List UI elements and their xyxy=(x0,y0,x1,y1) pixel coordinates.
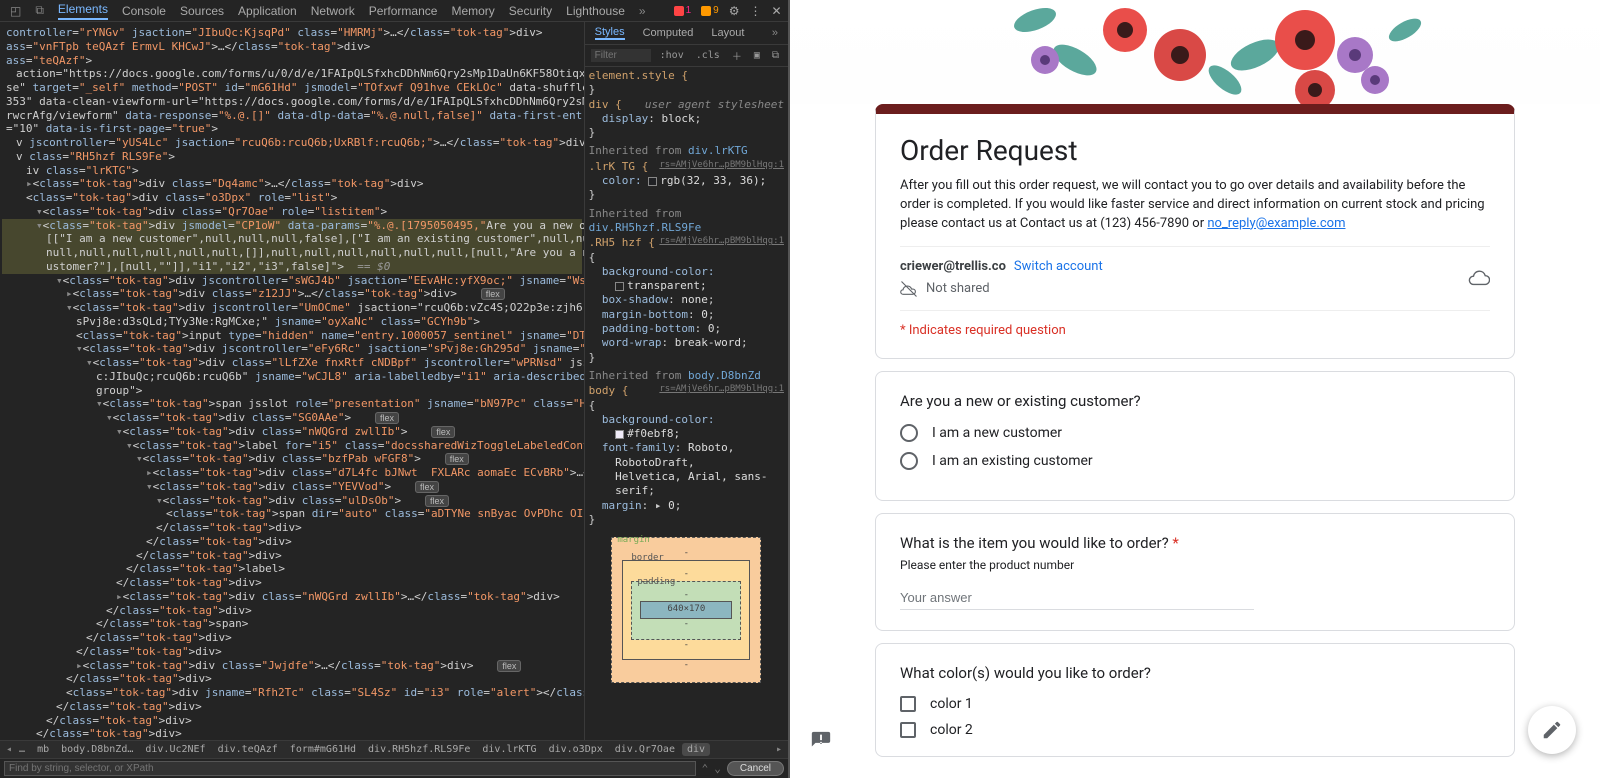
q3-option-2[interactable]: color 2 xyxy=(900,722,1490,738)
tab-memory[interactable]: Memory xyxy=(451,4,494,18)
inherited-from: Inherited from div.lrKTG xyxy=(589,144,784,158)
tab-elements[interactable]: Elements xyxy=(58,2,108,20)
tab-performance[interactable]: Performance xyxy=(369,4,438,18)
switch-account-link[interactable]: Switch account xyxy=(1014,259,1103,274)
cancel-button[interactable]: Cancel xyxy=(727,761,784,776)
q1-option-2-label: I am an existing customer xyxy=(932,453,1093,469)
question-card-2: What is the item you would like to order… xyxy=(875,513,1515,631)
styles-more-icon[interactable]: » xyxy=(772,27,778,39)
form-header-card: Order Request After you fill out this or… xyxy=(875,104,1515,359)
warning-count[interactable]: 9 xyxy=(701,5,719,16)
account-email: criewer@trellis.co xyxy=(900,259,1006,274)
q1-title: Are you a new or existing customer? xyxy=(900,392,1490,410)
tab-application[interactable]: Application xyxy=(238,4,297,18)
q1-option-2[interactable]: I am an existing customer xyxy=(900,452,1490,470)
dom-tree[interactable]: controller="rYNGv" jsaction="JIbuQc:Kjsq… xyxy=(0,22,584,740)
inspect-icon[interactable]: ◰ xyxy=(10,4,21,18)
search-input[interactable] xyxy=(4,761,696,776)
close-icon[interactable]: ✕ xyxy=(771,4,781,18)
styles-pane: Styles Computed Layout » :hov .cls ＋ ▣ ⧉… xyxy=(584,22,788,740)
form-wrap: Order Request After you fill out this or… xyxy=(875,104,1515,757)
q3-title: What color(s) would you like to order? xyxy=(900,664,1490,682)
styles-tab-computed[interactable]: Computed xyxy=(643,27,694,39)
form-title: Order Request xyxy=(900,134,1490,167)
devtools-panel: ◰ ⧉ Elements Console Sources Application… xyxy=(0,0,790,778)
q3-option-1-label: color 1 xyxy=(930,696,973,712)
report-icon[interactable] xyxy=(810,730,832,752)
cloud-icon[interactable] xyxy=(1468,267,1490,289)
radio-icon[interactable] xyxy=(900,424,918,442)
required-note: * Indicates required question xyxy=(900,310,1490,338)
q2-answer-input[interactable] xyxy=(900,586,1254,610)
tab-security[interactable]: Security xyxy=(509,4,552,18)
breadcrumb[interactable]: ◂ … mb body.D8bnZd… div.Uc2NEf div.teQAz… xyxy=(0,740,788,758)
checkbox-icon[interactable] xyxy=(900,696,916,712)
edit-fab[interactable] xyxy=(1528,706,1576,754)
q2-title: What is the item you would like to order… xyxy=(900,534,1490,552)
tab-lighthouse[interactable]: Lighthouse xyxy=(566,4,625,18)
styles-toggle-icon[interactable]: ▣ xyxy=(751,50,763,61)
q3-option-2-label: color 2 xyxy=(930,722,973,738)
styles-tab-layout[interactable]: Layout xyxy=(711,27,744,39)
styles-tab-styles[interactable]: Styles xyxy=(595,26,625,40)
tab-sources[interactable]: Sources xyxy=(180,4,224,18)
form-banner xyxy=(790,0,1600,104)
plus-icon[interactable]: ＋ xyxy=(729,48,745,63)
checkbox-icon[interactable] xyxy=(900,722,916,738)
cls-chip[interactable]: .cls xyxy=(693,50,723,61)
question-card-3: What color(s) would you like to order? c… xyxy=(875,643,1515,757)
not-shared-label: Not shared xyxy=(926,281,990,296)
hov-chip[interactable]: :hov xyxy=(657,50,687,61)
contact-email-link[interactable]: no_reply@example.com xyxy=(1207,216,1345,231)
styles-rules[interactable]: element.style { } div { user agent style… xyxy=(585,67,788,740)
settings-icon[interactable]: ⚙ xyxy=(729,4,740,18)
not-shared-icon xyxy=(900,280,918,298)
error-count[interactable]: 1 xyxy=(674,5,692,16)
form-page: Order Request After you fill out this or… xyxy=(790,0,1600,778)
q2-subtitle: Please enter the product number xyxy=(900,558,1490,572)
q3-option-1[interactable]: color 1 xyxy=(900,696,1490,712)
box-model: margin - border - padding - 640×170 - - … xyxy=(611,537,761,683)
question-card-1: Are you a new or existing customer? I am… xyxy=(875,371,1515,501)
more-icon[interactable]: ⋮ xyxy=(749,4,761,18)
q1-option-1-label: I am a new customer xyxy=(932,425,1062,441)
q1-option-1[interactable]: I am a new customer xyxy=(900,424,1490,442)
styles-panel-icon[interactable]: ⧉ xyxy=(769,50,782,61)
radio-icon[interactable] xyxy=(900,452,918,470)
styles-filter-input[interactable] xyxy=(591,49,651,62)
devtools-tabbar: ◰ ⧉ Elements Console Sources Application… xyxy=(0,0,788,22)
device-icon[interactable]: ⧉ xyxy=(35,3,44,18)
form-description: After you fill out this order request, w… xyxy=(900,177,1490,234)
tab-console[interactable]: Console xyxy=(122,4,166,18)
tab-network[interactable]: Network xyxy=(311,4,355,18)
